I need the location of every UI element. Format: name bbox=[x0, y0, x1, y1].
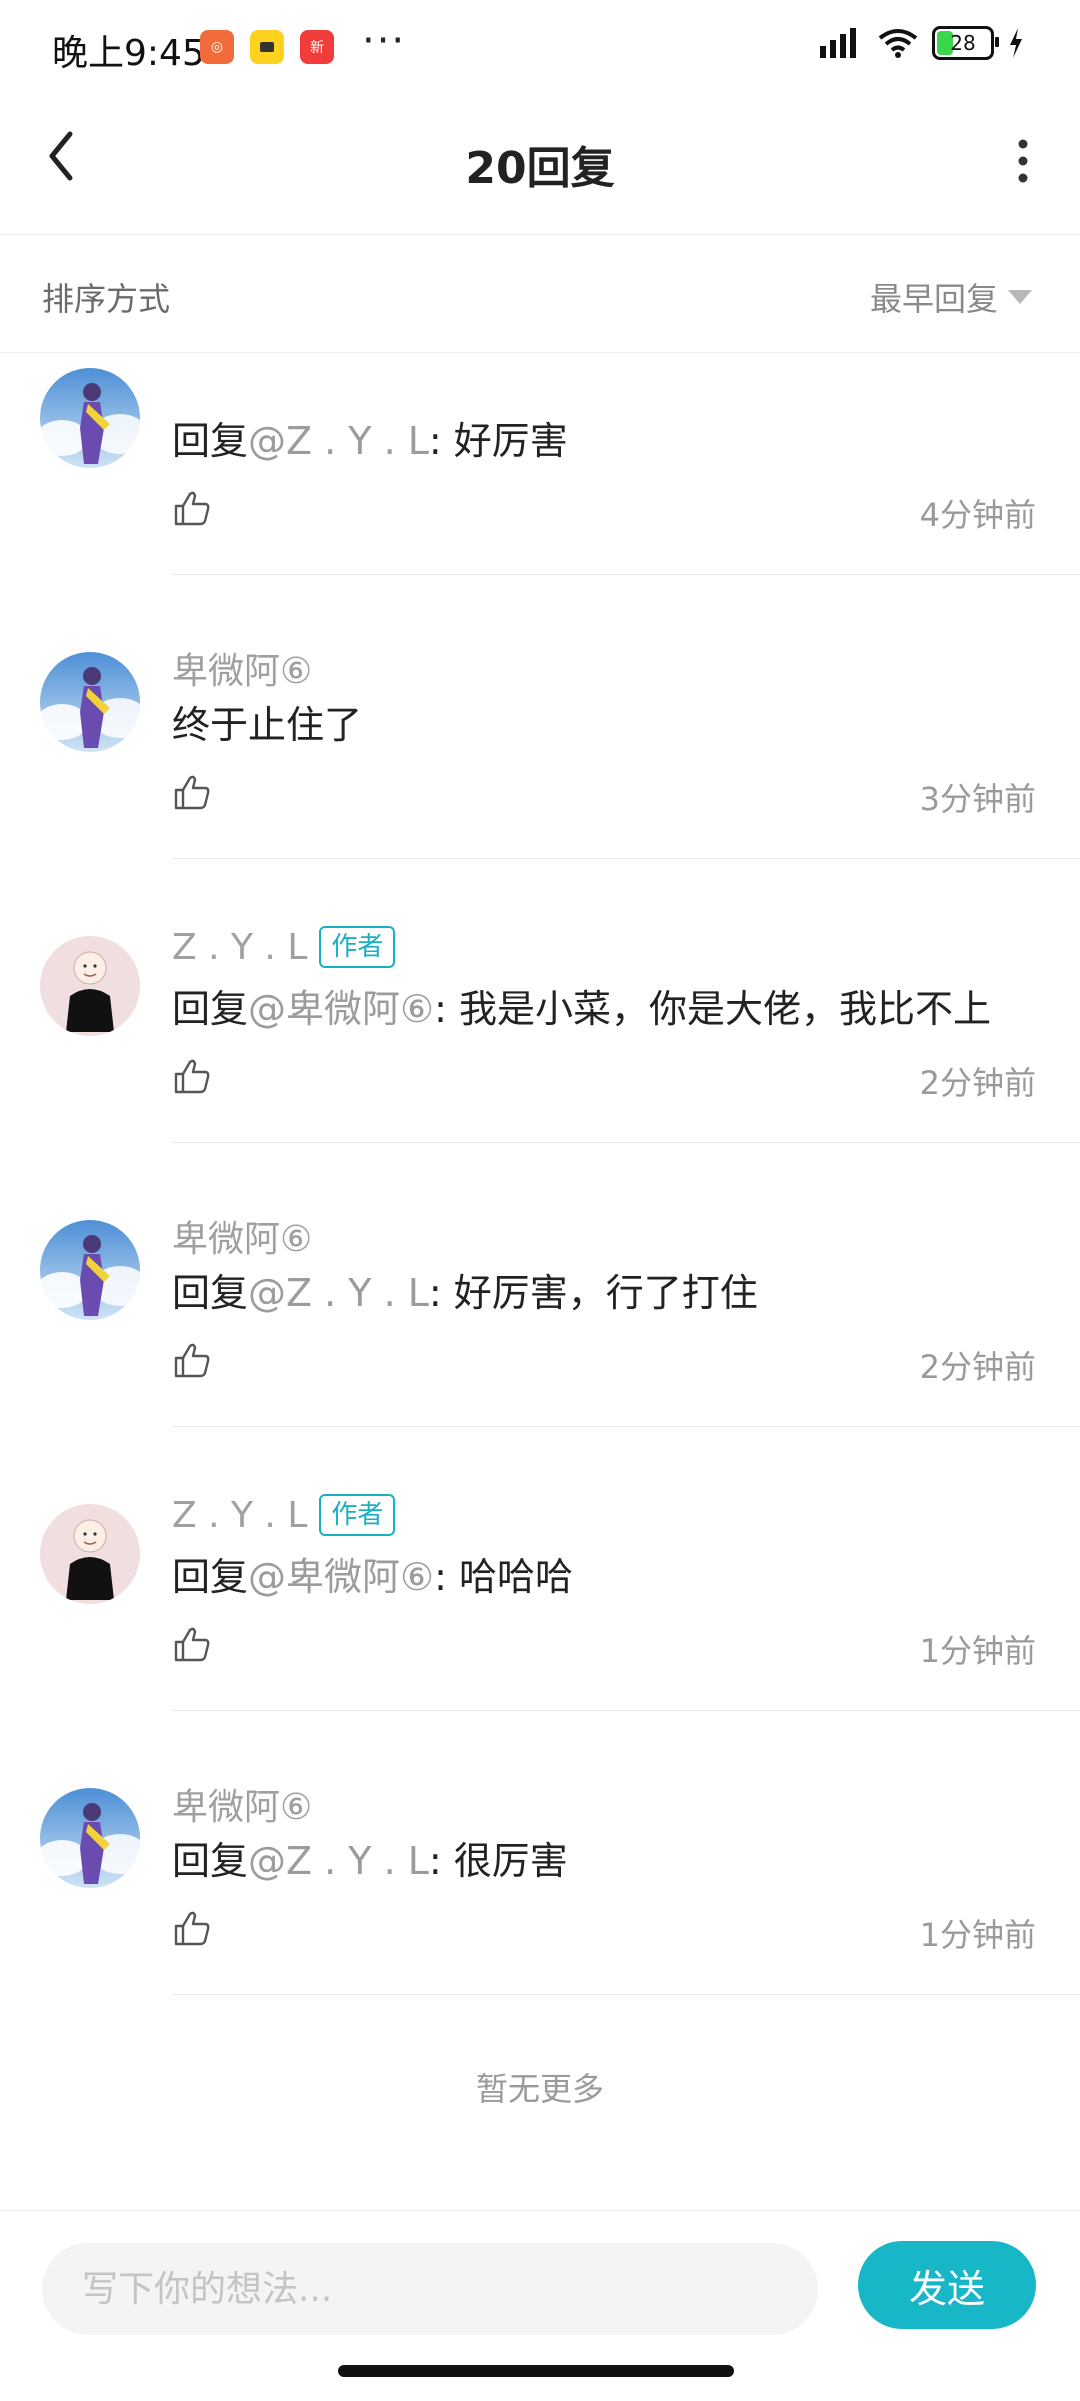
sort-selected: 最早回复 bbox=[869, 280, 998, 318]
reply-mention[interactable]: @卑微阿⑥ bbox=[248, 1555, 434, 1599]
reply-prefix: 回复 bbox=[172, 987, 249, 1031]
comment-input[interactable] bbox=[42, 2243, 818, 2335]
reply-content: 回复@卑微阿⑥: 我是小菜，你是大佬，我比不上 bbox=[172, 978, 991, 1033]
reply-author-name: 卑微阿⑥ bbox=[172, 651, 313, 692]
reply-author[interactable]: 卑微阿⑥ bbox=[172, 1778, 312, 1830]
avatar[interactable] bbox=[40, 936, 140, 1036]
reply-content: 回复@Z . Y . L: 好厉害 bbox=[172, 410, 568, 465]
reply-author-name: Z . Y . L bbox=[172, 926, 308, 968]
signal-icon bbox=[820, 28, 856, 58]
reply-item[interactable]: 卑微阿⑥ 回复@Z . Y . L: 好厉害，行了打住 2分钟前 bbox=[0, 1094, 1080, 1427]
status-indicators: 28 bbox=[820, 26, 1024, 60]
reply-prefix: 回复 bbox=[172, 1839, 249, 1883]
reply-mention[interactable]: @Z . Y . L bbox=[248, 1271, 429, 1315]
comment-composer: 发送 bbox=[0, 2210, 1080, 2401]
notification-icons: ◎ 新 bbox=[200, 30, 334, 64]
battery-level: 28 bbox=[950, 31, 976, 55]
reply-item[interactable]: Z . Y . L 作者 回复@卑微阿⑥: 我是小菜，你是大佬，我比不上 2分钟前 bbox=[0, 810, 1080, 1143]
reply-text: 终于止住了 bbox=[172, 703, 363, 747]
reply-content: 回复@Z . Y . L: 很厉害 bbox=[172, 1830, 568, 1885]
page-title: 20回复 bbox=[465, 143, 615, 194]
reply-content: 回复@卑微阿⑥: 哈哈哈 bbox=[172, 1546, 573, 1601]
avatar[interactable] bbox=[40, 1788, 140, 1888]
charging-icon bbox=[1010, 28, 1022, 58]
author-badge: 作者 bbox=[319, 926, 396, 968]
reply-text: : 很厉害 bbox=[428, 1839, 568, 1883]
reply-mention[interactable]: @Z . Y . L bbox=[248, 419, 429, 463]
avatar[interactable] bbox=[40, 1504, 140, 1604]
reply-author-name: 卑微阿⑥ bbox=[172, 1219, 313, 1260]
top-app-bar: 20回复 bbox=[0, 96, 1080, 235]
reply-text: : 哈哈哈 bbox=[434, 1555, 573, 1599]
author-badge: 作者 bbox=[319, 1494, 396, 1536]
reply-author-name: 卑微阿⑥ bbox=[172, 1787, 313, 1828]
avatar[interactable] bbox=[40, 1220, 140, 1320]
reply-item[interactable]: 卑微阿⑥ 回复@Z . Y . L: 很厉害 1分钟前 bbox=[0, 1662, 1080, 1995]
reply-text: : 好厉害，行了打住 bbox=[428, 1271, 758, 1315]
reply-prefix: 回复 bbox=[172, 1555, 249, 1599]
reply-text: : 好厉害 bbox=[428, 419, 568, 463]
reply-content: 回复@Z . Y . L: 好厉害，行了打住 bbox=[172, 1262, 758, 1317]
no-more-text: 暂无更多 bbox=[475, 2070, 604, 2108]
reply-content: 终于止住了 bbox=[172, 694, 362, 749]
reply-timestamp: 1分钟前 bbox=[919, 1916, 1036, 1954]
sort-label: 排序方式 bbox=[42, 280, 171, 318]
like-icon[interactable] bbox=[172, 1056, 212, 1096]
reply-mention[interactable]: @卑微阿⑥ bbox=[248, 987, 434, 1031]
reply-prefix: 回复 bbox=[172, 419, 249, 463]
dropdown-caret-icon bbox=[1008, 290, 1032, 304]
app-notification-icon: ◎ bbox=[200, 30, 234, 64]
like-icon[interactable] bbox=[172, 1908, 212, 1948]
reply-author[interactable]: Z . Y . L 作者 bbox=[172, 1494, 396, 1536]
news-app-icon: 新 bbox=[300, 30, 334, 64]
battery-icon: 28 bbox=[932, 26, 999, 60]
avatar[interactable] bbox=[40, 652, 140, 752]
sort-bar: 排序方式 最早回复 bbox=[0, 234, 1080, 353]
wifi-icon bbox=[878, 29, 918, 58]
more-options-icon[interactable] bbox=[1016, 136, 1030, 186]
avatar[interactable] bbox=[40, 368, 140, 468]
reply-author-name: Z . Y . L bbox=[172, 1494, 308, 1536]
like-icon[interactable] bbox=[172, 772, 212, 812]
reply-mention[interactable]: @Z . Y . L bbox=[248, 1839, 429, 1883]
reply-item[interactable]: 卑微阿⑥ 终于止住了 3分钟前 bbox=[0, 526, 1080, 859]
video-app-icon bbox=[250, 30, 284, 64]
reply-author[interactable]: Z . Y . L 作者 bbox=[172, 926, 396, 968]
reply-text: : 我是小菜，你是大佬，我比不上 bbox=[434, 987, 991, 1031]
status-bar: 晚上9:45 ◎ 新 ··· 28 bbox=[0, 0, 1080, 96]
like-icon[interactable] bbox=[172, 1340, 212, 1380]
home-indicator bbox=[338, 2365, 734, 2377]
reply-prefix: 回复 bbox=[172, 1271, 249, 1315]
reply-list[interactable]: 回复@Z . Y . L: 好厉害 4分钟前 卑微阿⑥ 终于止住了 3分钟前 Z . Y … bbox=[0, 352, 1080, 2210]
reply-author[interactable]: 卑微阿⑥ bbox=[172, 1210, 312, 1262]
reply-author[interactable]: 卑微阿⑥ bbox=[172, 642, 312, 694]
reply-item[interactable]: 回复@Z . Y . L: 好厉害 4分钟前 bbox=[0, 352, 1080, 575]
more-notifications-icon: ··· bbox=[362, 18, 407, 64]
reply-item[interactable]: Z . Y . L 作者 回复@卑微阿⑥: 哈哈哈 1分钟前 bbox=[0, 1378, 1080, 1711]
like-icon[interactable] bbox=[172, 1624, 212, 1664]
divider bbox=[172, 1994, 1080, 1995]
sort-dropdown[interactable]: 最早回复 bbox=[870, 274, 1032, 320]
send-button[interactable]: 发送 bbox=[858, 2241, 1036, 2329]
like-icon[interactable] bbox=[172, 488, 212, 528]
